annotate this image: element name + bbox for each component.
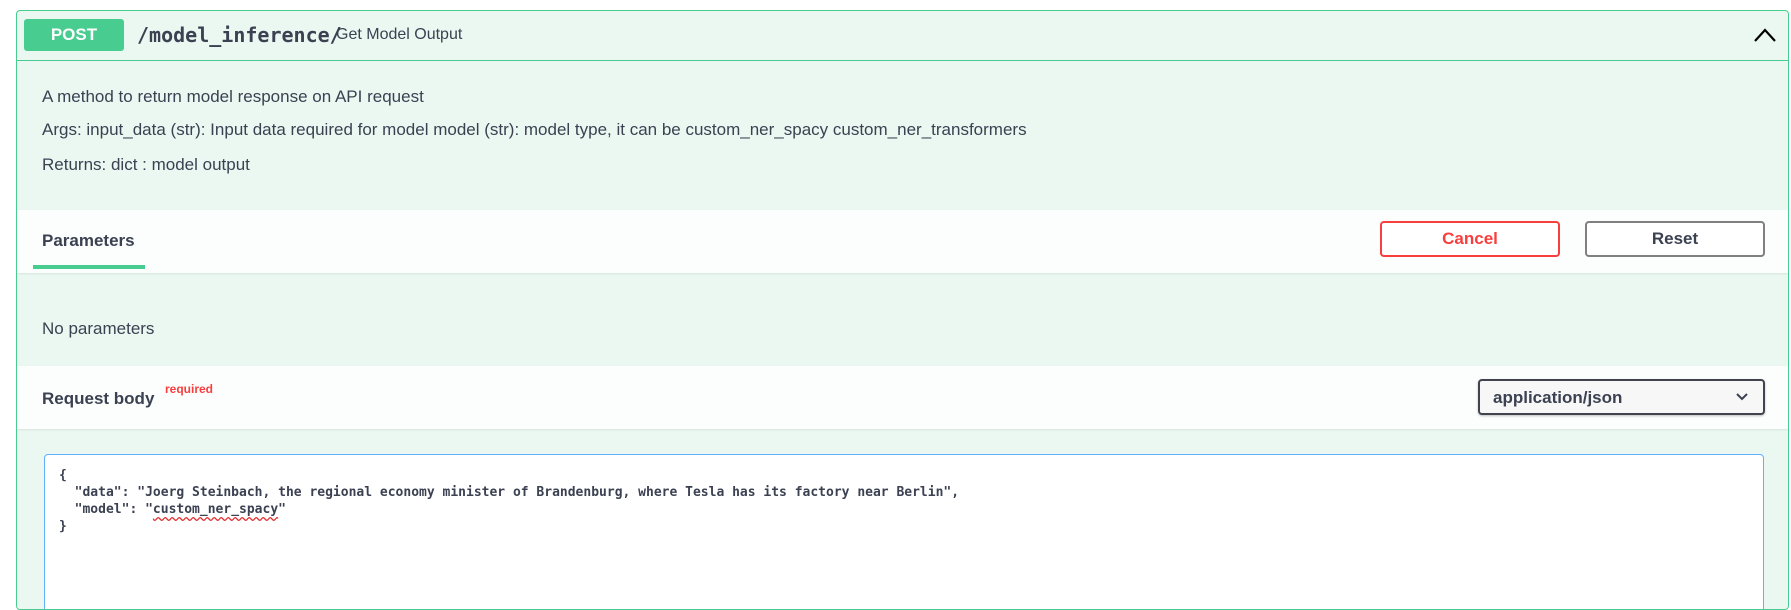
required-badge: required xyxy=(165,382,214,396)
no-parameters-text: No parameters xyxy=(42,319,155,338)
request-body-editor[interactable]: { "data": "Joerg Steinbach, the regional… xyxy=(44,454,1764,609)
content-type-select[interactable]: application/json xyxy=(1478,379,1765,415)
description-line: A method to return model response on API… xyxy=(42,87,424,106)
json-data-line: "data": "Joerg Steinbach, the regional e… xyxy=(59,485,960,500)
operation-summary-text: Get Model Output xyxy=(336,26,463,43)
parameters-header: Parameters Cancel Reset xyxy=(17,210,1788,273)
content-type-value: application/json xyxy=(1493,388,1623,407)
reset-button[interactable]: Reset xyxy=(1585,221,1765,257)
cancel-button[interactable]: Cancel xyxy=(1380,221,1560,257)
operation-path: /model_inference/ xyxy=(137,23,342,47)
operation-summary[interactable]: POST /model_inference/ Get Model Output xyxy=(17,11,1788,61)
chevron-up-icon[interactable] xyxy=(1752,25,1778,45)
request-body-title: Request body xyxy=(42,389,155,408)
method-badge: POST xyxy=(24,19,124,51)
json-model-suffix: " xyxy=(278,502,286,517)
chevron-down-icon xyxy=(1736,393,1748,401)
json-model-prefix: "model": " xyxy=(59,502,153,517)
description-returns: Returns: dict : model output xyxy=(42,155,250,174)
tab-active-indicator xyxy=(33,265,145,269)
operation-block-post-model-inference: POST /model_inference/ Get Model Output … xyxy=(16,10,1789,610)
json-open-brace: { xyxy=(59,468,67,483)
description-args: Args: input_data (str): Input data requi… xyxy=(42,120,1027,139)
request-body-header: Request body required application/json xyxy=(17,366,1788,429)
json-close-brace: } xyxy=(59,519,67,534)
tab-parameters[interactable]: Parameters xyxy=(42,231,135,251)
json-model-value: custom_ner_spacy xyxy=(152,502,279,517)
